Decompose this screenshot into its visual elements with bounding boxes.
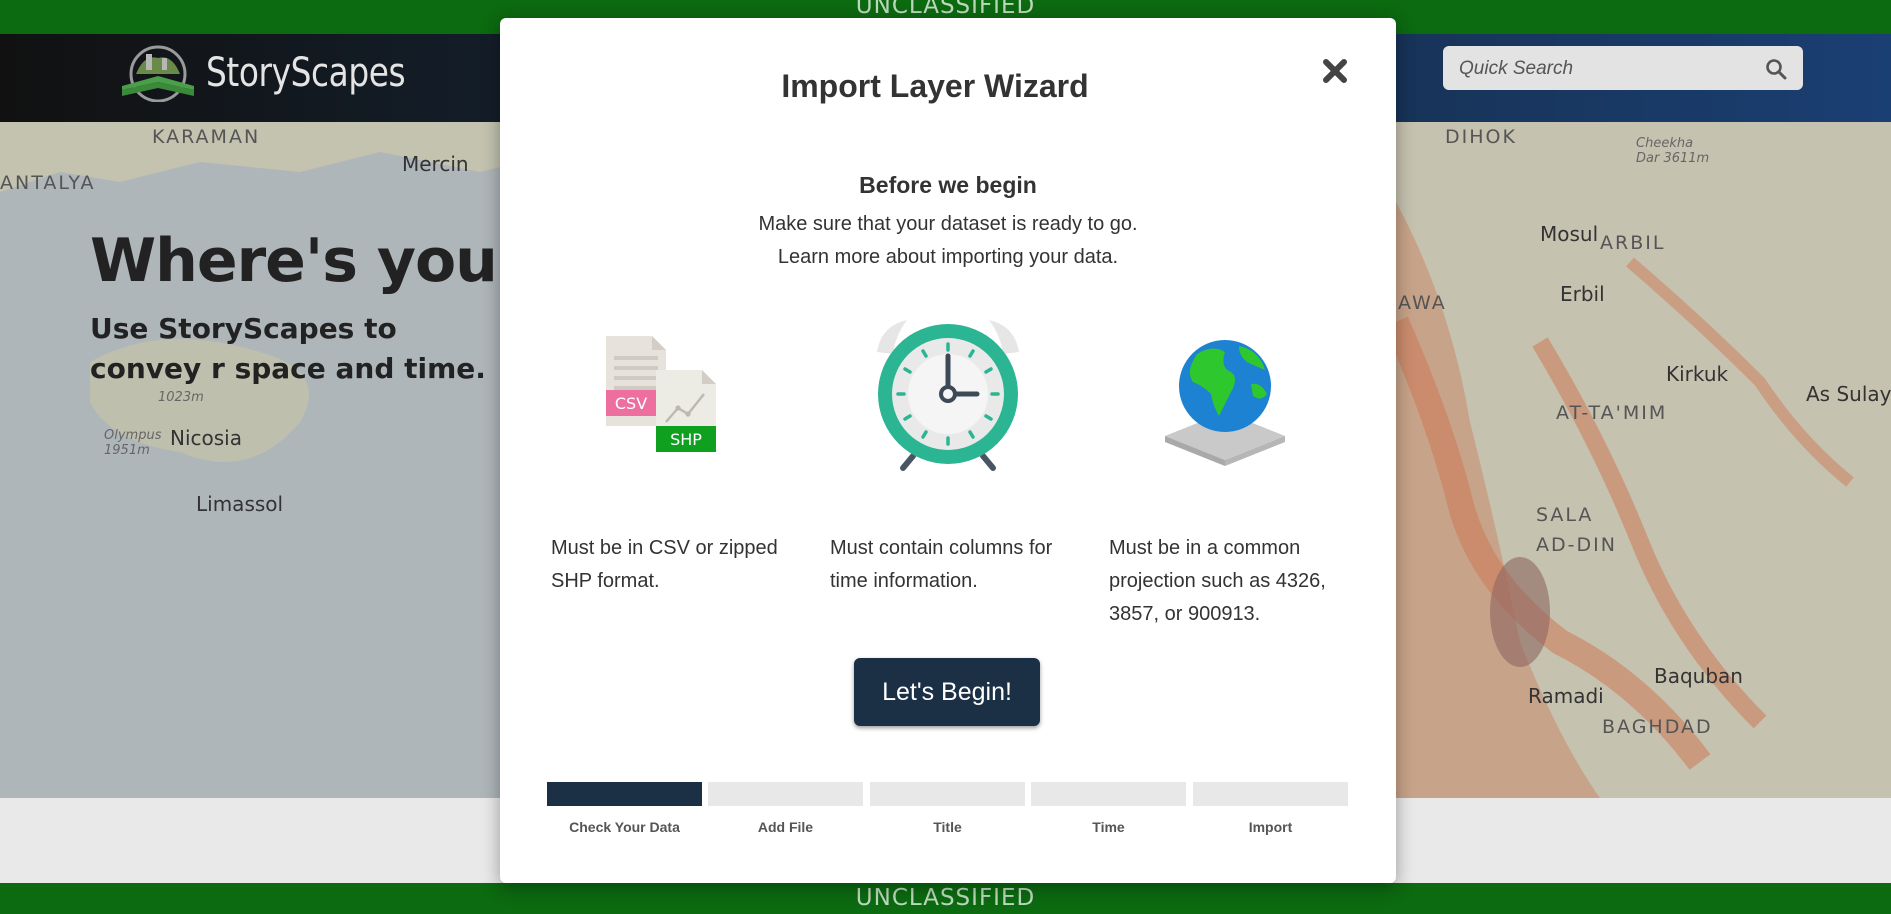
before-we-begin-heading: Before we begin [859,172,1037,198]
map-label: ANTALYA [0,172,96,194]
logo-text: StoryScapes [206,50,406,96]
map-label: SALA [1536,504,1594,526]
step-time: Time [1031,782,1186,842]
step-label: Check Your Data [569,819,680,835]
map-label: Kirkuk [1666,362,1729,386]
map-label: Olympus 1951m [104,428,162,458]
shp-badge-text: SHP [670,430,702,449]
step-label: Add File [757,819,814,835]
map-label: AT-TA'MIM [1556,402,1668,424]
globe-icon [1165,340,1285,466]
step-label: Title [933,819,962,835]
map-label: ARBIL [1600,232,1666,254]
step-bar [1031,782,1186,806]
wizard-progress-steps: Check Your Data Add File Title Time Impo… [547,782,1348,842]
lets-begin-button[interactable]: Let's Begin! [854,658,1040,726]
search-input[interactable] [1457,46,1761,92]
map-label: KARAMAN [152,126,261,148]
requirement-format-text: Must be in CSV or zipped SHP format. [551,537,778,592]
step-label: Time [1092,819,1125,835]
map-label: AD-DIN [1536,534,1617,556]
file-formats-icon: CSV SHP [606,336,716,452]
map-label: Mosul [1540,222,1599,246]
map-label: Limassol [196,492,284,516]
step-add-file: Add File [708,782,863,842]
hero-subtitle: Use StoryScapes to convey r space and ti… [90,312,486,385]
map-label: Cheekha Dar 3611m [1636,136,1710,166]
step-bar [870,782,1025,806]
map-label: Baquban [1654,664,1743,688]
step-title: Title [870,782,1025,842]
classification-banner-bottom: UNCLASSIFIED [0,883,1891,914]
map-label: Mercin [402,152,469,176]
step-bar [1193,782,1348,806]
step-bar [708,782,863,806]
map-label: As Sulay [1806,382,1891,406]
requirement-projection-text: Must be in a common projection such as 4… [1109,537,1326,625]
modal-title: Import Layer Wizard [781,68,1089,104]
alarm-clock-icon [877,320,1019,471]
banner-text: UNCLASSIFIED [855,0,1036,19]
quick-search [1443,46,1803,92]
import-layer-wizard-modal: Import Layer Wizard Before we begin Make… [500,18,1396,883]
map-label: AWA [1398,292,1447,314]
csv-badge-text: CSV [615,394,647,413]
requirement-time-text: Must contain columns for time informatio… [830,537,1053,592]
map-label: Nicosia [170,426,242,450]
map-label: Erbil [1560,282,1605,306]
logo-icon [122,45,194,102]
map-label: DIHOK [1445,126,1517,148]
map-label: BAGHDAD [1602,716,1713,738]
map-label: 1023m [158,390,204,405]
search-icon[interactable] [1765,58,1787,80]
close-button[interactable] [1320,56,1350,86]
step-bar [547,782,702,806]
step-import: Import [1193,782,1348,842]
map-label: Ramadi [1528,684,1604,708]
intro-text: Make sure that your dataset is ready to … [758,213,1138,235]
close-icon [1323,59,1347,83]
step-check-your-data: Check Your Data [547,782,702,842]
logo[interactable]: StoryScapes [116,44,449,102]
learn-more-link[interactable]: Learn more about importing your data. [500,246,1396,269]
step-label: Import [1248,819,1293,835]
